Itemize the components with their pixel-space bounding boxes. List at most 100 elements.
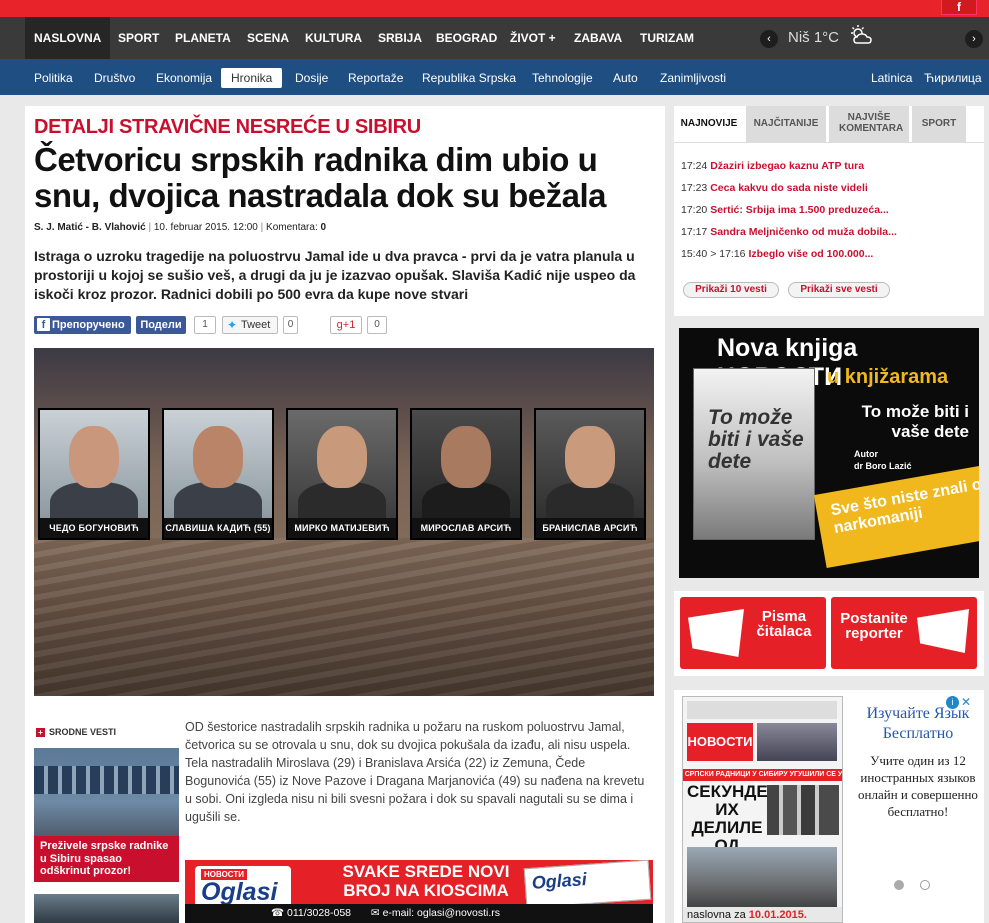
cyrillic-link[interactable]: Ћирилица (924, 68, 982, 88)
subnav-item-zanimljivosti[interactable]: Zanimljivosti (660, 68, 726, 88)
subnav-item-republika-srpska[interactable]: Republika Srpska (422, 68, 516, 88)
tab-sport[interactable]: SPORT (912, 106, 966, 142)
article-byline: S. J. Matić - B. Vlahović | 10. februar … (34, 222, 327, 233)
reporter-promo-label: Postanite reporter (840, 610, 908, 642)
victim-portrait: СЛАВИША КАДИЋ (55) (162, 408, 274, 540)
recommend-label: Препоручено (52, 319, 125, 331)
nav-item-zivot[interactable]: ŽIVOT + (510, 17, 556, 59)
victim-caption: СЛАВИША КАДИЋ (55) (164, 518, 272, 538)
facebook-icon: f (37, 318, 50, 331)
section-nav: Politika Društvo Ekonomija Hronika Dosij… (0, 59, 989, 95)
book-ad-banner: Sve što niste znali o narkomaniji (813, 465, 979, 569)
top-red-bar: f (0, 0, 989, 17)
nav-item-scena[interactable]: SCENA (247, 17, 289, 59)
subnav-item-politika[interactable]: Politika (34, 68, 73, 88)
subnav-item-drustvo[interactable]: Društvo (94, 68, 135, 88)
show-all-news-button[interactable]: Prikaži sve vesti (788, 282, 890, 298)
news-item[interactable]: 17:20 Sertić: Srbija ima 1.500 preduzeća… (681, 203, 889, 217)
newspaper-strip: СРПСКИ РАДНИЦИ У СИБИРУ УГУШИЛИ СЕ У ДИМ… (683, 769, 843, 790)
gplus-button[interactable]: g+1 (330, 316, 362, 334)
related-image-texture (34, 766, 179, 794)
related-news-item[interactable] (34, 894, 179, 923)
news-item[interactable]: 17:17 Sandra Meljničenko od muža dobila.… (681, 225, 897, 239)
nav-item-beograd[interactable]: BEOGRAD (436, 17, 497, 59)
main-nav: NASLOVNA SPORT PLANETA SCENA KULTURA SRB… (0, 17, 989, 59)
envelope-icon (688, 609, 744, 657)
article-headline: Četvoricu srpskih radnika dim ubio u snu… (34, 141, 607, 214)
book-ad[interactable]: Nova knjiga НОВОСТИ u knjižarama To može… (679, 328, 979, 578)
article-date: 10. februar 2015. 12:00 (153, 222, 258, 233)
oglasi-ad-banner[interactable]: НОВОСТИ Oglasi SVAKE SREDE NOVI BROJ NA … (185, 860, 653, 923)
gplus-count: 0 (367, 316, 387, 334)
nav-item-zabava[interactable]: ZABAVA (574, 17, 622, 59)
nav-item-naslovna[interactable]: NASLOVNA (25, 17, 111, 59)
victim-portrait: МИРОСЛАВ АРСИЋ (29) (410, 408, 522, 540)
article-lead: Istraga o uzroku tragedije na poluostrvu… (34, 248, 636, 302)
news-item[interactable]: 17:24 Džaziri izbegao kaznu ATP tura (681, 159, 864, 173)
show-10-news-button[interactable]: Prikaži 10 vesti (683, 282, 779, 298)
related-news-item[interactable]: Preživele srpske radnike u Sibiru spasao… (34, 748, 179, 882)
news-item[interactable]: 17:23 Ceca kakvu do sada niste videli (681, 181, 868, 195)
oglasi-logo: НОВОСТИ Oglasi (195, 866, 291, 908)
language-ad-title[interactable]: Изучайте Язык Бесплатно (858, 704, 978, 744)
related-news-label: + SRODNE VESTI (34, 724, 179, 740)
victim-portrait: БРАНИСЛАВ АРСИЋ (22) (534, 408, 646, 540)
nav-item-sport[interactable]: SPORT (118, 17, 159, 59)
newspaper-scene (687, 847, 837, 909)
subnav-item-tehnologije[interactable]: Tehnologije (532, 68, 593, 88)
chevron-left-icon[interactable]: ‹ (760, 30, 778, 48)
victim-caption: МИРКО МАТИЈЕВИЋ (21) (288, 518, 396, 538)
news-item[interactable]: 15:40 > 17:16 Izbeglo više od 100.000... (681, 247, 873, 261)
oglasi-newspaper: Oglasi (523, 860, 652, 909)
book-ad-line2: u knjižarama (827, 366, 949, 388)
oglasi-message: SVAKE SREDE NOVI BROJ NA KIOSCIMA (342, 862, 510, 900)
article-body: OD šestorice nastradalih srpskih radnika… (185, 720, 645, 824)
article-kicker: DETALJI STRAVIČNE NESREĆE U SIBIRU (34, 116, 421, 138)
reporter-promo[interactable]: Postanite reporter (831, 597, 977, 669)
nav-item-turizam[interactable]: TURIZAM (640, 17, 694, 59)
victim-caption: БРАНИСЛАВ АРСИЋ (22) (536, 518, 644, 538)
newspaper-logo: НОВОСТИ (687, 723, 753, 761)
victim-portrait: МИРКО МАТИЈЕВИЋ (21) (286, 408, 398, 540)
language-ad[interactable]: Изучайте Язык Бесплатно Учите один из 12… (858, 704, 978, 820)
facebook-icon[interactable]: f (941, 0, 977, 15)
book-cover: To može biti i vaše dete (693, 368, 815, 540)
comments-count[interactable]: 0 (321, 222, 327, 233)
oglasi-phone: ☎ 011/3028-058 (271, 907, 352, 919)
newspaper-frontpage[interactable]: НОВОСТИ СРПСКИ РАДНИЦИ У СИБИРУ УГУШИЛИ … (682, 696, 843, 923)
article-authors: S. J. Matić - B. Vlahović (34, 222, 146, 233)
related-news-title[interactable]: Preživele srpske radnike u Sibiru spasao… (34, 836, 179, 882)
tweet-button[interactable]: ✦ Tweet (222, 316, 278, 334)
latinica-link[interactable]: Latinica (871, 68, 912, 88)
language-ad-desc: Учите один из 12 иностранных языков онла… (858, 753, 978, 819)
partly-sunny-icon (851, 25, 872, 44)
share-button[interactable]: Подели (136, 316, 186, 334)
subnav-item-ekonomija[interactable]: Ekonomija (156, 68, 212, 88)
tweet-label: Tweet (241, 319, 271, 331)
book-ad-author: Autor dr Boro Lazić (854, 449, 912, 471)
camera-envelope-icon (917, 609, 969, 653)
weather-text: Niš 1°C (788, 29, 840, 46)
nav-item-srbija[interactable]: SRBIJA (378, 17, 422, 59)
book-ad-tagline: To može biti i vaše dete (861, 402, 969, 441)
nav-item-kultura[interactable]: KULTURA (305, 17, 362, 59)
recommend-button[interactable]: f Препоручено (34, 316, 131, 334)
tab-najnovije[interactable]: NAJNOVIJE (674, 106, 744, 142)
article: DETALJI STRAVIČNE NESREĆE U SIBIRU Četvo… (25, 106, 665, 923)
tab-najvise-komentara[interactable]: NAJVIŠE KOMENTARA (829, 106, 909, 142)
subnav-item-reportaze[interactable]: Reportaže (348, 68, 403, 88)
victim-caption: МИРОСЛАВ АРСИЋ (29) (412, 518, 520, 538)
carousel-dot[interactable] (894, 880, 904, 890)
plus-icon: + (36, 728, 45, 737)
carousel-dot[interactable] (920, 880, 930, 890)
subnav-item-hronika[interactable]: Hronika (221, 68, 283, 88)
letters-promo[interactable]: Pisma čitalaca (680, 597, 826, 669)
subnav-item-auto[interactable]: Auto (613, 68, 638, 88)
tab-najcitanije[interactable]: NAJČITANIJE (746, 106, 826, 142)
nav-item-planeta[interactable]: PLANETA (175, 17, 231, 59)
share-count: 1 (194, 316, 216, 334)
chevron-right-icon[interactable]: › (965, 30, 983, 48)
oglasi-email: ✉ e-mail: oglasi@novosti.rs (370, 907, 501, 919)
subnav-item-dosije[interactable]: Dosije (295, 68, 328, 88)
snow-texture (34, 538, 654, 696)
